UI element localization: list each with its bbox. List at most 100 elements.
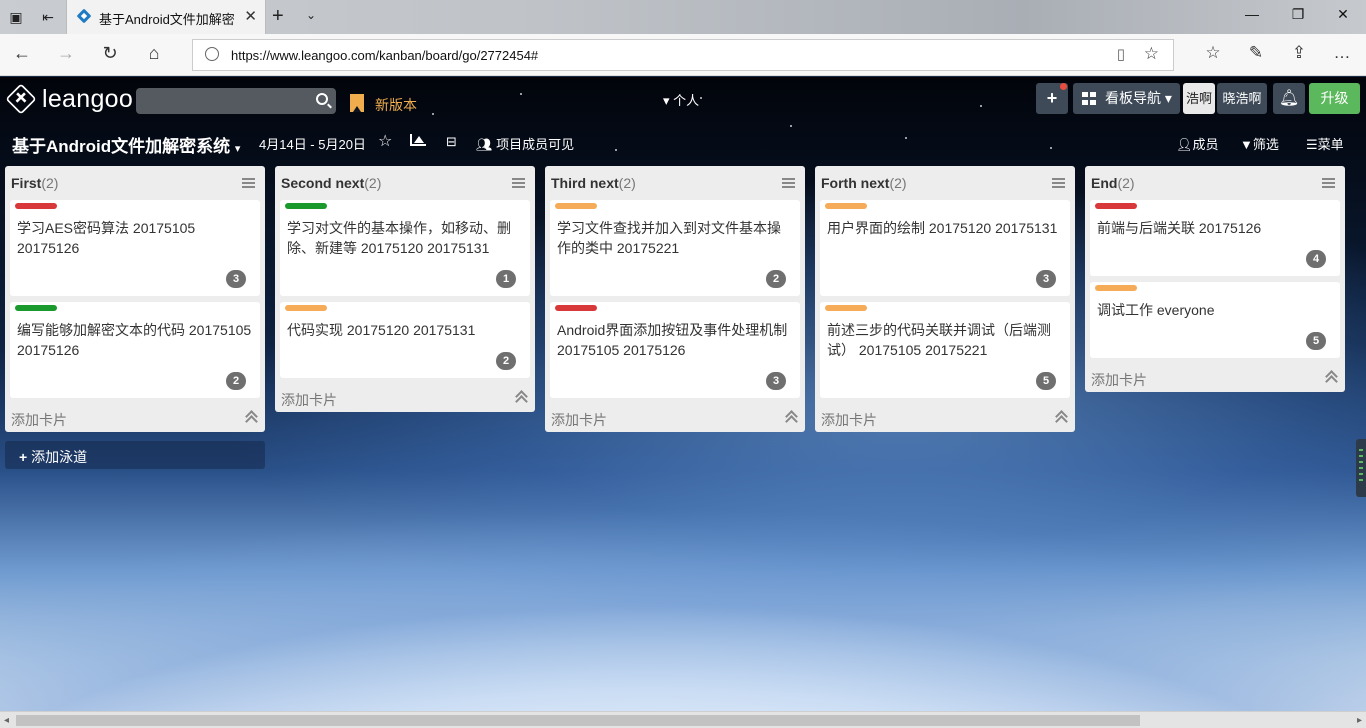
lane-menu-icon[interactable] [512, 178, 525, 188]
scroll-left-icon[interactable]: ◂ [4, 715, 9, 726]
horizontal-scrollbar[interactable]: ◂ ▸ [0, 711, 1366, 728]
board-title-dropdown[interactable]: 基于Android文件加解密系统 ▾ [12, 132, 240, 157]
lane-header[interactable]: Third next(2) [545, 166, 805, 200]
card-tag [1095, 203, 1137, 209]
lane-title: End(2) [1091, 175, 1135, 191]
close-icon[interactable]: ✕ [244, 7, 257, 25]
favorites-icon[interactable]: ☆ [1201, 43, 1225, 63]
back-tabs-icon[interactable]: ⇤ [38, 7, 58, 27]
bell-icon[interactable]: 🔔︎ [1273, 83, 1305, 114]
card[interactable]: 学习文件查找并加入到对文件基本操作的类中 20175221 2 [550, 200, 800, 296]
notes-icon[interactable]: ✎ [1244, 43, 1268, 63]
lane: Forth next(2) 用户界面的绘制 20175120 20175131 3 前… [815, 166, 1075, 432]
address-toolbar: ← → ↻ ⌂ https://www.leangoo.com/kanban/b… [0, 34, 1366, 76]
lane-menu-icon[interactable] [1052, 178, 1065, 188]
scroll-right-icon[interactable]: ▸ [1357, 715, 1362, 726]
card[interactable]: 前端与后端关联 20175126 4 [1090, 200, 1340, 276]
lane-title: Forth next(2) [821, 175, 907, 191]
add-card-button[interactable]: 添加卡片 [551, 410, 607, 430]
lane-count: (2) [1117, 175, 1135, 191]
lane-menu-icon[interactable] [782, 178, 795, 188]
search-icon[interactable] [316, 93, 328, 105]
lane-footer: 添加卡片 [545, 404, 805, 432]
card-tag [285, 305, 327, 311]
forward-icon[interactable]: → [54, 43, 78, 64]
menu-button[interactable]: ☰菜单 [1306, 134, 1344, 153]
collapse-up-icon[interactable] [515, 390, 527, 404]
add-lane-button[interactable]: + 添加泳道 [5, 441, 265, 469]
date-range[interactable]: 4月14日 - 5月20日 [259, 134, 366, 153]
card-badge: 3 [226, 270, 246, 288]
share-icon[interactable]: ⇪ [1287, 43, 1311, 63]
lane-name: First [11, 175, 42, 191]
chevron-down-icon[interactable]: ⌄ [306, 8, 316, 22]
new-tab-icon[interactable]: + [272, 5, 284, 28]
card-badge: 5 [1306, 332, 1326, 350]
reading-view-icon[interactable]: ▯ [1117, 45, 1125, 63]
collapse-up-icon[interactable] [785, 410, 797, 424]
collapse-up-icon[interactable] [1055, 410, 1067, 424]
card[interactable]: 学习AES密码算法 20175105 20175126 3 [10, 200, 260, 296]
user-name-button[interactable]: 晓浩啊 [1217, 83, 1267, 114]
card[interactable]: Android界面添加按钮及事件处理机制 20175105 20175126 3 [550, 302, 800, 398]
home-icon[interactable]: ⌂ [142, 43, 166, 64]
add-card-button[interactable]: 添加卡片 [281, 390, 337, 410]
lane-count: (2) [618, 175, 636, 191]
refresh-icon[interactable]: ↻ [98, 43, 122, 64]
card-badge: 5 [1036, 372, 1056, 390]
lane: First(2) 学习AES密码算法 20175105 20175126 3 编写能够… [5, 166, 265, 432]
lane-header[interactable]: Second next(2) [275, 166, 535, 200]
lane: Second next(2) 学习对文件的基本操作，如移动、删除、新建等 2017… [275, 166, 535, 412]
close-window-icon[interactable]: ✕ [1331, 6, 1355, 23]
lane-footer: 添加卡片 [275, 384, 535, 412]
filter-icon: ▼ [1240, 137, 1253, 152]
add-card-button[interactable]: 添加卡片 [821, 410, 877, 430]
lane-header[interactable]: First(2) [5, 166, 265, 200]
card-tag [15, 305, 57, 311]
tab-list-icon[interactable]: ▣ [6, 7, 26, 27]
minimize-icon[interactable]: — [1240, 6, 1264, 22]
lane: Third next(2) 学习文件查找并加入到对文件基本操作的类中 201752… [545, 166, 805, 432]
search-input[interactable] [136, 88, 336, 114]
back-icon[interactable]: ← [10, 43, 34, 64]
filter-button[interactable]: ▼筛选 [1240, 134, 1279, 153]
star-icon[interactable]: ☆ [378, 131, 392, 151]
browser-tab[interactable]: 基于Android文件加解密 ✕ [66, 0, 266, 34]
card[interactable]: 学习对文件的基本操作，如移动、删除、新建等 20175120 20175131 1 [280, 200, 530, 296]
board-nav-button[interactable]: 看板导航 ▾ [1073, 83, 1180, 114]
more-icon[interactable]: … [1330, 43, 1354, 63]
card[interactable]: 前述三步的代码关联并调试（后端测试） 20175105 20175221 5 [820, 302, 1070, 398]
members-button[interactable]: 👤︎成员 [1176, 134, 1219, 153]
card[interactable]: 代码实现 20175120 20175131 2 [280, 302, 530, 378]
tab-title: 基于Android文件加解密 [99, 12, 235, 27]
side-panel-handle[interactable] [1356, 439, 1366, 497]
lane-header[interactable]: End(2) [1085, 166, 1345, 200]
collapse-up-icon[interactable] [1325, 370, 1337, 384]
lane-menu-icon[interactable] [242, 178, 255, 188]
lane-menu-icon[interactable] [1322, 178, 1335, 188]
url-field[interactable]: https://www.leangoo.com/kanban/board/go/… [192, 39, 1174, 71]
new-version-link[interactable]: 新版本 [375, 95, 417, 115]
card-tag [1095, 285, 1137, 291]
card[interactable]: 编写能够加解密文本的代码 20175105 20175126 2 [10, 302, 260, 398]
brand-name[interactable]: leangoo [42, 85, 133, 114]
lane-footer: 添加卡片 [5, 404, 265, 432]
lane-header[interactable]: Forth next(2) [815, 166, 1075, 200]
card[interactable]: 调试工作 everyone 5 [1090, 282, 1340, 358]
user-avatar[interactable]: 浩啊 [1183, 83, 1215, 114]
favorite-star-icon[interactable]: ☆ [1144, 44, 1159, 64]
add-card-button[interactable]: 添加卡片 [11, 410, 67, 430]
restore-icon[interactable]: ❐ [1286, 6, 1310, 23]
card[interactable]: 用户界面的绘制 20175120 20175131 3 [820, 200, 1070, 296]
visibility-button[interactable]: 👥︎ 项目成员可见 [476, 134, 574, 153]
personal-dropdown[interactable]: ▾ 个人 [663, 90, 699, 109]
leangoo-logo-icon[interactable] [5, 83, 37, 115]
add-card-button[interactable]: 添加卡片 [1091, 370, 1147, 390]
add-lane-label: 添加泳道 [31, 449, 88, 465]
scrollbar-thumb[interactable] [16, 715, 1140, 726]
chart-icon[interactable] [410, 134, 426, 149]
collapse-up-icon[interactable] [245, 410, 257, 424]
collapse-all-icon[interactable]: ⊟ [446, 134, 457, 150]
lane-title: First(2) [11, 175, 58, 191]
upgrade-button[interactable]: 升级 [1309, 83, 1360, 114]
